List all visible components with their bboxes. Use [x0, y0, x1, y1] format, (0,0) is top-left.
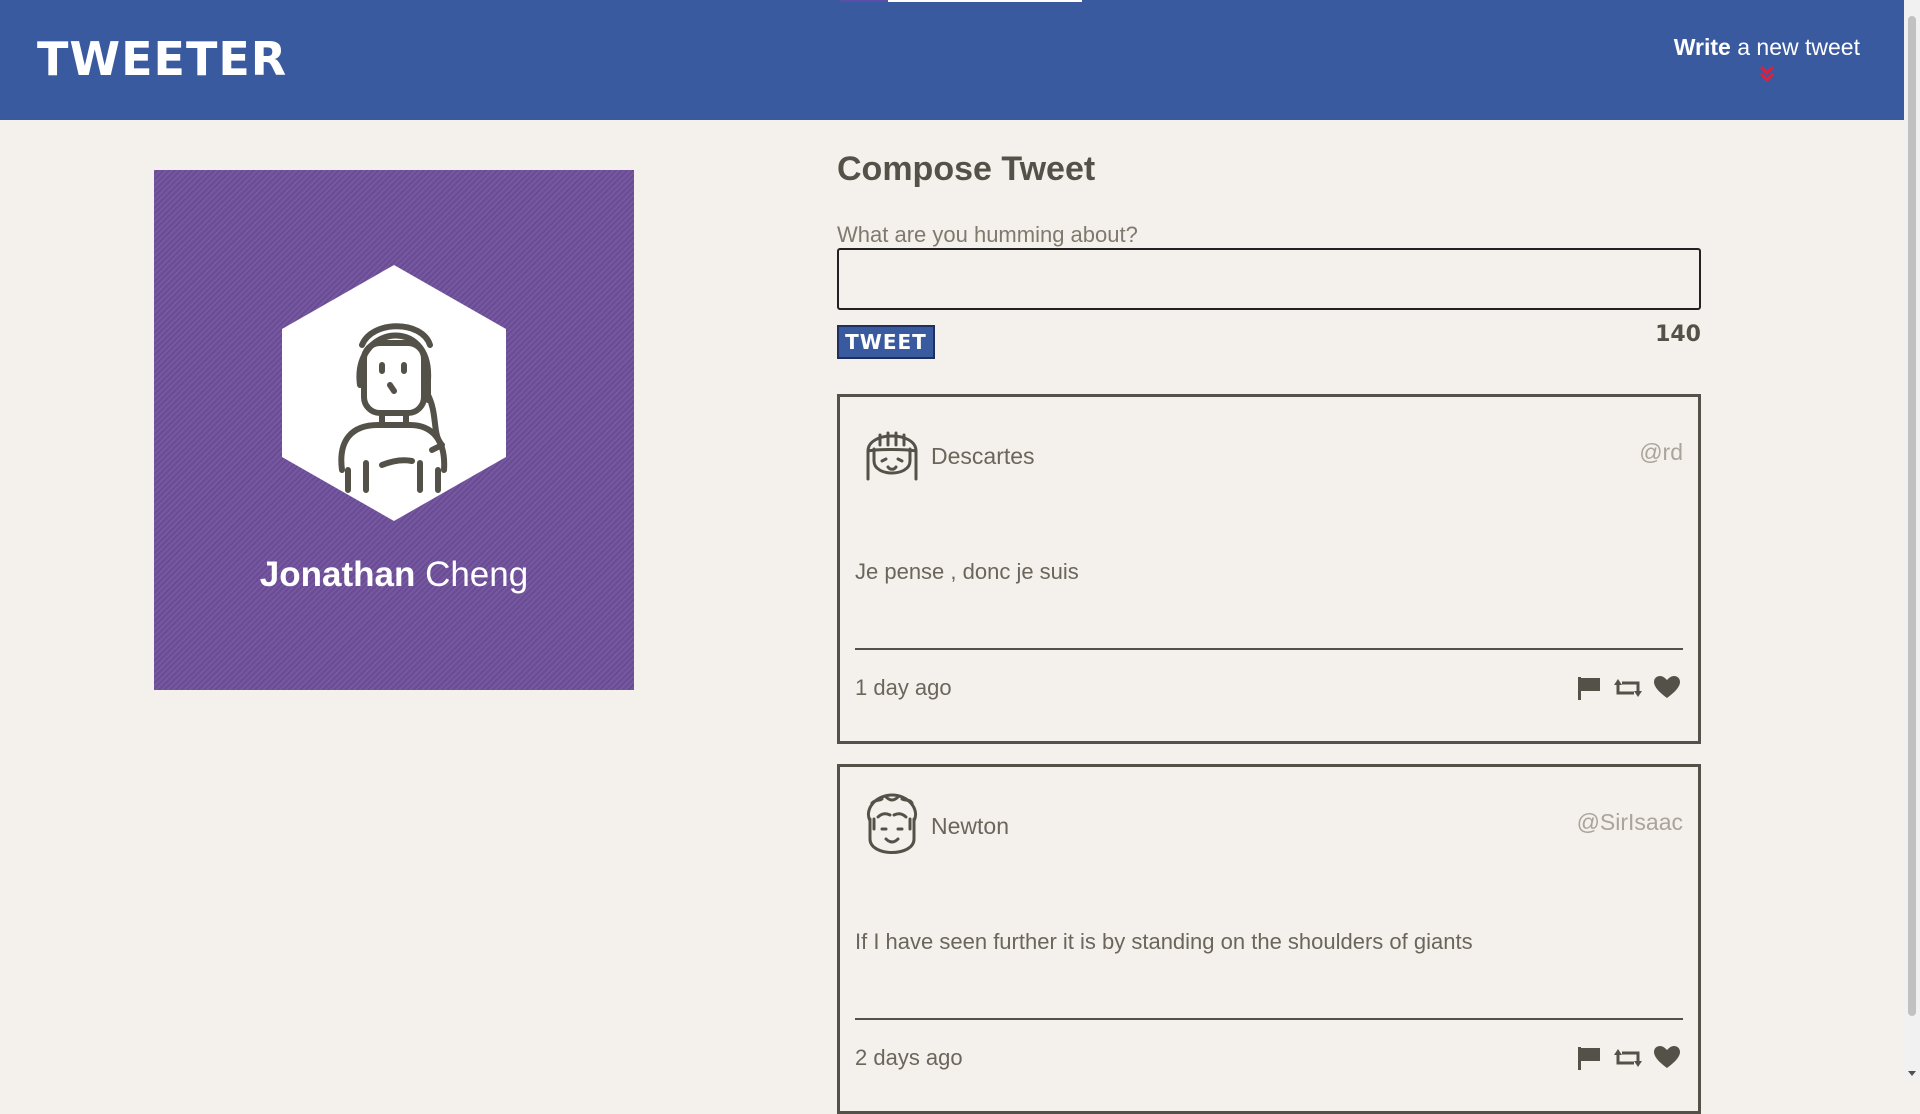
write-new-tweet-toggle[interactable]: Write a new tweet [1674, 34, 1860, 90]
tweet-submit-button[interactable]: TWEET [837, 325, 935, 359]
top-nav-bar: TWEETER Write a new tweet [0, 0, 1904, 120]
write-label: Write [1673, 34, 1731, 60]
girl-avatar-icon [862, 421, 922, 485]
tweet-divider [855, 1018, 1683, 1020]
tweet-actions [1576, 1045, 1680, 1071]
character-counter: 140 [1655, 322, 1701, 347]
compose-label: What are you humming about? [837, 222, 1138, 247]
tweet-text-input[interactable] [837, 248, 1701, 310]
double-chevron-down-icon [1674, 63, 1860, 90]
brand-logo[interactable]: TWEETER [37, 32, 287, 86]
new-tweet-label: a new tweet [1730, 34, 1860, 60]
tweet-card: Descartes @rd Je pense , donc je suis 1 … [837, 394, 1701, 744]
tweet-divider [855, 648, 1683, 650]
tweet-text: If I have seen further it is by standing… [855, 929, 1473, 954]
retweet-icon[interactable] [1614, 1045, 1642, 1071]
profile-name: Jonathan Cheng [154, 555, 634, 595]
tweet-timestamp: 2 days ago [855, 1045, 963, 1070]
profile-card: Jonathan Cheng [154, 170, 634, 690]
loading-strip [839, 0, 1082, 2]
flag-icon[interactable] [1576, 1045, 1602, 1071]
profile-last-name: Cheng [415, 555, 529, 594]
scroll-down-arrow-icon[interactable] [1908, 1071, 1916, 1076]
compose-title: Compose Tweet [837, 150, 1096, 188]
heart-icon[interactable] [1654, 1046, 1680, 1070]
flag-icon[interactable] [1576, 675, 1602, 701]
curly-hair-avatar-icon [862, 791, 922, 855]
tweet-handle: @rd [1639, 439, 1683, 465]
tweet-author: Descartes [931, 443, 1035, 469]
retweet-icon[interactable] [1614, 675, 1642, 701]
tweet-author: Newton [931, 813, 1009, 839]
scrollbar-thumb[interactable] [1908, 16, 1916, 1016]
tweet-actions [1576, 675, 1680, 701]
heart-icon[interactable] [1654, 676, 1680, 700]
tweet-timestamp: 1 day ago [855, 675, 952, 700]
vertical-scrollbar[interactable] [1904, 0, 1920, 1080]
woman-avatar-icon [282, 265, 506, 521]
tweet-handle: @SirIsaac [1576, 809, 1683, 835]
profile-first-name: Jonathan [259, 555, 416, 594]
tweet-card: Newton @SirIsaac If I have seen further … [837, 764, 1701, 1114]
tweet-text: Je pense , donc je suis [855, 559, 1079, 584]
